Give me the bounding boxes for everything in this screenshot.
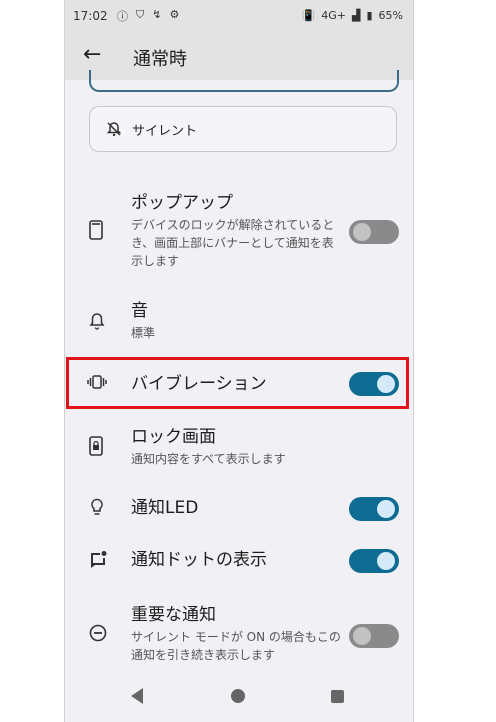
battery-level: 65% bbox=[378, 9, 403, 22]
back-arrow-icon[interactable]: ← bbox=[83, 42, 101, 67]
setting-subtitle: 標準 bbox=[131, 326, 156, 340]
silent-button[interactable]: サイレント bbox=[89, 106, 397, 152]
dot-toggle[interactable] bbox=[349, 549, 399, 573]
setting-text: 通知ドットの表示 bbox=[131, 549, 267, 571]
status-right: 📳 4G+ ▟ ▮ 65% bbox=[302, 9, 403, 22]
battery-icon: ▮ bbox=[366, 9, 373, 22]
setting-text: 音 標準 bbox=[131, 300, 341, 342]
previous-mode-button[interactable] bbox=[89, 70, 399, 92]
setting-text: ポップアップ デバイスのロックが解除されているとき、画面上部にバナーとして通知を… bbox=[131, 192, 341, 270]
setting-title: ロック画面 bbox=[131, 427, 216, 447]
setting-row-important[interactable]: 重要な通知 サイレント モードが ON の場合もこの通知を引き続き表示します bbox=[65, 604, 413, 668]
status-bar: 17:02 ⓘ ⛉ ↯ ⚙ 📳 4G+ ▟ ▮ 65% bbox=[65, 0, 413, 32]
phone-icon bbox=[89, 220, 103, 240]
bell-off-icon bbox=[106, 121, 122, 137]
setting-title: 通知ドットの表示 bbox=[131, 550, 267, 570]
settings-gear-icon: ⚙ bbox=[169, 8, 180, 21]
nav-back-icon[interactable] bbox=[131, 688, 143, 704]
popup-toggle[interactable] bbox=[349, 220, 399, 244]
toggle-knob bbox=[377, 500, 395, 518]
toggle-knob bbox=[353, 223, 371, 241]
led-toggle[interactable] bbox=[349, 497, 399, 521]
info-icon: ⓘ bbox=[117, 10, 128, 23]
lock-screen-icon bbox=[89, 436, 103, 456]
setting-subtitle: サイレント モードが ON の場合もこの通知を引き続き表示します bbox=[131, 630, 341, 662]
notification-icons: ⓘ ⛉ ↯ ⚙ bbox=[117, 8, 179, 24]
setting-row-sound[interactable]: 音 標準 bbox=[65, 300, 413, 346]
status-time: 17:02 bbox=[73, 9, 108, 23]
setting-title: 重要な通知 bbox=[131, 605, 216, 625]
toggle-knob bbox=[377, 552, 395, 570]
setting-title: 通知LED bbox=[131, 498, 199, 518]
setting-subtitle: デバイスのロックが解除されているとき、画面上部にバナーとして通知を表示します bbox=[131, 218, 335, 268]
setting-row-led[interactable]: 通知LED bbox=[65, 494, 413, 524]
nav-recents-icon[interactable] bbox=[331, 690, 344, 703]
setting-title: ポップアップ bbox=[131, 193, 233, 213]
bell-icon bbox=[89, 312, 105, 330]
notification-dot-icon bbox=[89, 550, 107, 568]
highlight-box bbox=[66, 357, 409, 409]
shield-icon: ⛉ bbox=[136, 8, 145, 21]
lightbulb-icon bbox=[90, 498, 104, 518]
setting-row-popup[interactable]: ポップアップ デバイスのロックが解除されているとき、画面上部にバナーとして通知を… bbox=[65, 192, 413, 272]
navigation-bar bbox=[65, 676, 413, 722]
vibrate-mode-icon: 📳 bbox=[301, 9, 316, 22]
toggle-knob bbox=[353, 627, 371, 645]
missed-call-icon: ↯ bbox=[152, 8, 162, 21]
setting-text: 重要な通知 サイレント モードが ON の場合もこの通知を引き続き表示します bbox=[131, 604, 341, 664]
do-not-disturb-icon bbox=[89, 624, 107, 642]
network-type: 4G+ bbox=[321, 9, 347, 22]
page-title: 通常時 bbox=[133, 49, 187, 70]
setting-text: ロック画面 通知内容をすべて表示します bbox=[131, 426, 341, 468]
signal-icon: ▟ bbox=[352, 9, 361, 22]
setting-row-lockscreen[interactable]: ロック画面 通知内容をすべて表示します bbox=[65, 426, 413, 472]
important-toggle[interactable] bbox=[349, 624, 399, 648]
setting-row-dot[interactable]: 通知ドットの表示 bbox=[65, 546, 413, 576]
silent-button-label: サイレント bbox=[132, 123, 198, 139]
nav-home-icon[interactable] bbox=[231, 689, 245, 703]
setting-subtitle: 通知内容をすべて表示します bbox=[131, 452, 286, 466]
setting-text: 通知LED bbox=[131, 497, 198, 519]
setting-title: 音 bbox=[131, 301, 148, 321]
